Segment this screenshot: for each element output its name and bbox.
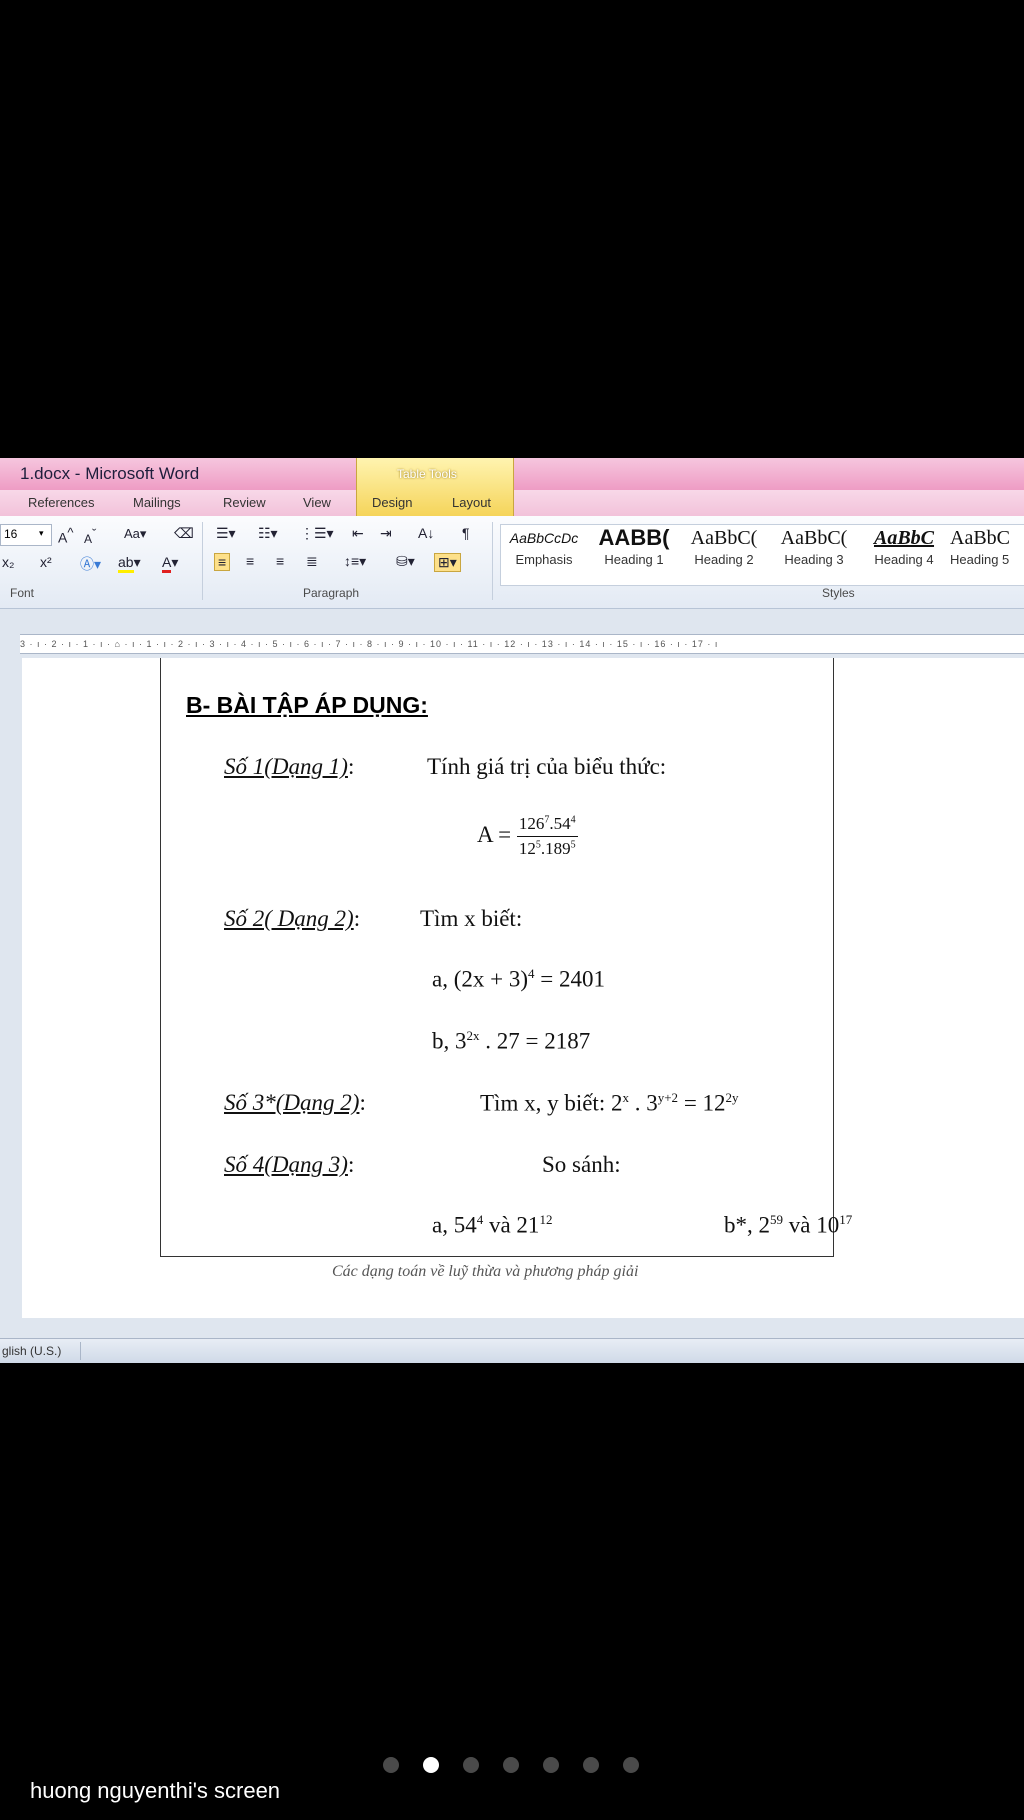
tab-review[interactable]: Review [223, 495, 266, 510]
status-bar: glish (U.S.) [0, 1338, 1024, 1363]
style-heading-1[interactable]: AABB( Heading 1 [590, 524, 678, 578]
multilevel-list-icon[interactable]: ⋮☰▾ [300, 525, 334, 542]
footer-note: Các dạng toán về luỹ thừa và phương pháp… [332, 1263, 639, 1280]
align-left-icon[interactable]: ≡ [214, 553, 231, 571]
styles-group-label: Styles [822, 586, 855, 600]
shading-icon[interactable]: ⛁▾ [396, 553, 415, 570]
justify-icon[interactable]: ≣ [306, 553, 318, 570]
tab-mailings[interactable]: Mailings [133, 495, 181, 510]
show-marks-icon[interactable]: ¶ [462, 525, 470, 541]
text-effects-icon[interactable]: Ⓐ▾ [80, 554, 101, 574]
bullets-icon[interactable]: ☰▾ [216, 525, 236, 542]
page-dot-4[interactable] [503, 1757, 519, 1773]
window-title: 1.docx - Microsoft Word [20, 464, 200, 483]
fraction: 1267.544 125.1895 [516, 814, 578, 858]
style-heading-3[interactable]: AaBbC( Heading 3 [770, 524, 858, 578]
document-page[interactable]: B- BÀI TẬP ÁP DỤNG: Số 1(Dạng 1): Tính g… [22, 658, 1024, 1318]
font-color-icon[interactable]: A▾ [162, 554, 178, 573]
exercise-2-text: Tìm x biết: [420, 906, 523, 931]
exercise-3-label: Số 3*(Dạng 2): [224, 1090, 366, 1115]
word-window: 1.docx - Microsoft Word Table Tools Refe… [0, 458, 1024, 1363]
superscript-icon[interactable]: x² [40, 554, 52, 570]
highlight-color-icon[interactable]: ab▾ [118, 554, 141, 573]
section-heading: B- BÀI TẬP ÁP DỤNG: [186, 692, 428, 718]
share-label: huong nguyenthi's screen [30, 1778, 281, 1803]
page-dot-6[interactable] [583, 1757, 599, 1773]
page-dot-1[interactable] [383, 1757, 399, 1773]
exercise-2-label: Số 2( Dạng 2): [224, 906, 361, 931]
ruler-ticks: 3 · ı · 2 · ı · 1 · ı · ⌂ · ı · 1 · ı · … [20, 639, 719, 649]
tab-references[interactable]: References [28, 495, 94, 510]
page-dot-7[interactable] [623, 1757, 639, 1773]
group-separator [202, 522, 203, 600]
page-dot-3[interactable] [463, 1757, 479, 1773]
style-heading-5[interactable]: AaBbC Heading 5 [950, 524, 1024, 578]
document-area: B- BÀI TẬP ÁP DỤNG: Số 1(Dạng 1): Tính g… [0, 658, 1024, 1318]
group-separator [492, 522, 493, 600]
increase-indent-icon[interactable]: ⇥ [380, 525, 392, 542]
shrink-font-icon[interactable]: Aˇ [84, 526, 96, 546]
clear-formatting-icon[interactable]: ⌫ [174, 525, 194, 542]
numbering-icon[interactable]: ☷▾ [258, 525, 278, 542]
page-dot-2[interactable] [423, 1757, 439, 1773]
font-size-select[interactable]: 16 ▾ [0, 524, 52, 546]
style-heading-4[interactable]: AaBbC Heading 4 [860, 524, 948, 578]
chevron-down-icon: ▾ [39, 528, 44, 538]
exercise-3-text: Tìm x, y biết: 2x . 3y+2 = 122y [480, 1090, 739, 1116]
change-case-icon[interactable]: Aa▾ [124, 526, 146, 542]
subscript-icon[interactable]: x₂ [2, 554, 14, 570]
style-heading-2[interactable]: AaBbC( Heading 2 [680, 524, 768, 578]
status-separator [80, 1342, 81, 1360]
exercise-4a: a, 544 và 2112 [432, 1212, 553, 1238]
align-center-icon[interactable]: ≡ [246, 553, 254, 569]
language-status[interactable]: glish (U.S.) [2, 1344, 61, 1358]
paragraph-group-label: Paragraph [303, 586, 360, 600]
exercise-1-text: Tính giá trị của biểu thức: [427, 754, 667, 779]
sort-icon[interactable]: A↓ [418, 525, 434, 541]
font-group-label: Font [10, 586, 35, 600]
table-tools-label: Table Tools [397, 467, 457, 481]
horizontal-ruler[interactable]: 3 · ı · 2 · ı · 1 · ı · ⌂ · ı · 1 · ı · … [20, 634, 1024, 654]
decrease-indent-icon[interactable]: ⇤ [352, 525, 364, 542]
line-spacing-icon[interactable]: ↕≡▾ [344, 553, 366, 570]
exercise-4-label: Số 4(Dạng 3): [224, 1152, 355, 1177]
grow-font-icon[interactable]: A^ [58, 525, 73, 546]
exercise-4-text: So sánh: [542, 1152, 621, 1177]
exercise-2b: b, 32x . 27 = 2187 [432, 1028, 591, 1054]
page-dot-5[interactable] [543, 1757, 559, 1773]
ribbon: 16 ▾ A^ Aˇ Aa▾ ⌫ x₂ x² Ⓐ▾ ab▾ A▾ Font ☰▾… [0, 516, 1024, 609]
exercise-4b: b*, 259 và 1017 [724, 1212, 853, 1238]
exercise-1-label: Số 1(Dạng 1): [224, 754, 355, 779]
tab-design[interactable]: Design [372, 495, 412, 510]
exercise-2a: a, (2x + 3)4 = 2401 [432, 966, 605, 992]
style-emphasis[interactable]: AaBbCcDc Emphasis [500, 524, 588, 578]
tab-layout[interactable]: Layout [452, 495, 491, 510]
formula-a: A = 1267.544 125.1895 [477, 814, 578, 858]
borders-icon[interactable]: ⊞▾ [434, 553, 461, 572]
tab-view[interactable]: View [303, 495, 331, 510]
align-right-icon[interactable]: ≡ [276, 553, 284, 569]
